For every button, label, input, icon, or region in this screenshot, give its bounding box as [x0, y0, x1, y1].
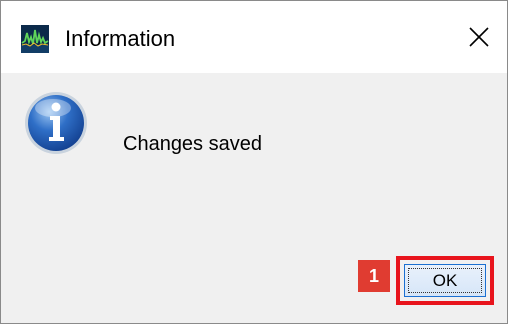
title-bar[interactable]: Information — [1, 1, 507, 73]
ok-button[interactable]: OK — [404, 264, 486, 297]
close-icon — [469, 26, 489, 52]
step-badge: 1 — [358, 260, 390, 292]
information-dialog: Information Changes saved 1 OK — [0, 0, 508, 324]
ok-button-label: OK — [408, 268, 482, 293]
waveform-app-icon — [21, 25, 49, 53]
window-title: Information — [65, 26, 176, 51]
close-button[interactable] — [459, 19, 499, 59]
dialog-body: Changes saved 1 OK — [1, 73, 507, 323]
information-icon — [23, 90, 89, 156]
message-text: Changes saved — [123, 133, 262, 155]
